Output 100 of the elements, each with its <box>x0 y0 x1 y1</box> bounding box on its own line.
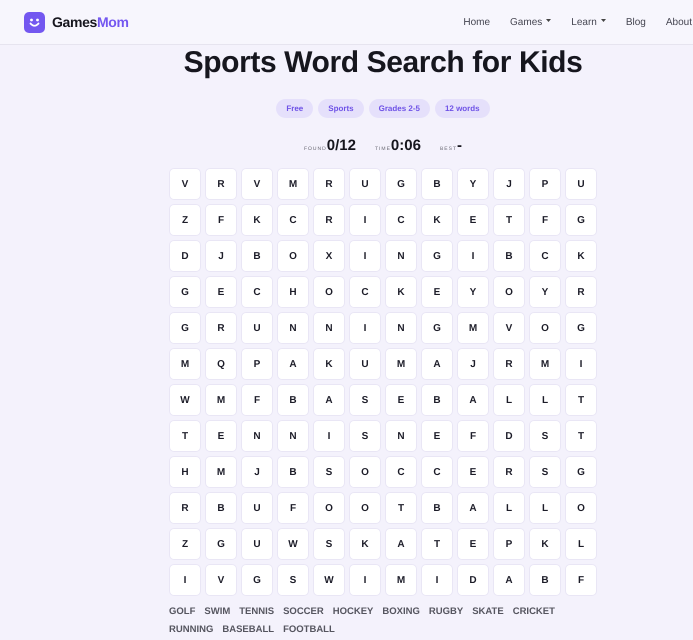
letter-tile[interactable]: G <box>565 456 597 488</box>
letter-tile[interactable]: U <box>349 348 381 380</box>
letter-tile[interactable]: M <box>457 312 489 344</box>
letter-tile[interactable]: B <box>277 384 309 416</box>
letter-tile[interactable]: S <box>277 564 309 596</box>
letter-tile[interactable]: A <box>493 564 525 596</box>
letter-tile[interactable]: H <box>169 456 201 488</box>
letter-tile[interactable]: K <box>565 240 597 272</box>
letter-tile[interactable]: B <box>277 456 309 488</box>
letter-tile[interactable]: J <box>205 240 237 272</box>
letter-tile[interactable]: G <box>169 276 201 308</box>
letter-tile[interactable]: S <box>349 384 381 416</box>
letter-tile[interactable]: F <box>457 420 489 452</box>
letter-tile[interactable]: B <box>529 564 561 596</box>
letter-tile[interactable]: N <box>385 420 417 452</box>
letter-tile[interactable]: R <box>493 348 525 380</box>
letter-tile[interactable]: N <box>385 312 417 344</box>
letter-tile[interactable]: R <box>313 204 345 236</box>
brand-name[interactable]: GamesMom <box>52 12 129 32</box>
letter-tile[interactable]: U <box>565 168 597 200</box>
letter-tile[interactable]: J <box>457 348 489 380</box>
letter-tile[interactable]: V <box>205 564 237 596</box>
letter-tile[interactable]: O <box>277 240 309 272</box>
letter-tile[interactable]: B <box>241 240 273 272</box>
letter-tile[interactable]: A <box>277 348 309 380</box>
letter-tile[interactable]: I <box>313 420 345 452</box>
letter-tile[interactable]: A <box>457 492 489 524</box>
nav-link[interactable]: Blog <box>626 14 646 30</box>
letter-tile[interactable]: T <box>421 528 453 560</box>
letter-tile[interactable]: B <box>421 492 453 524</box>
letter-tile[interactable]: D <box>493 420 525 452</box>
letter-tile[interactable]: L <box>529 384 561 416</box>
letter-tile[interactable]: G <box>421 240 453 272</box>
letter-tile[interactable]: F <box>565 564 597 596</box>
letter-tile[interactable]: E <box>457 456 489 488</box>
letter-tile[interactable]: A <box>421 348 453 380</box>
letter-tile[interactable]: L <box>493 492 525 524</box>
letter-tile[interactable]: M <box>529 348 561 380</box>
letter-tile[interactable]: T <box>565 420 597 452</box>
nav-link[interactable]: About <box>666 14 692 30</box>
nav-link[interactable]: Learn <box>571 14 606 30</box>
letter-tile[interactable]: M <box>169 348 201 380</box>
letter-tile[interactable]: I <box>349 204 381 236</box>
letter-tile[interactable]: H <box>277 276 309 308</box>
letter-tile[interactable]: Y <box>457 276 489 308</box>
letter-tile[interactable]: D <box>169 240 201 272</box>
letter-tile[interactable]: O <box>313 492 345 524</box>
letter-tile[interactable]: T <box>169 420 201 452</box>
letter-tile[interactable]: R <box>205 168 237 200</box>
letter-tile[interactable]: S <box>349 420 381 452</box>
letter-tile[interactable]: W <box>313 564 345 596</box>
letter-tile[interactable]: B <box>421 168 453 200</box>
letter-tile[interactable]: G <box>205 528 237 560</box>
letter-tile[interactable]: B <box>205 492 237 524</box>
letter-tile[interactable]: V <box>169 168 201 200</box>
letter-tile[interactable]: O <box>493 276 525 308</box>
letter-tile[interactable]: N <box>277 312 309 344</box>
letter-tile[interactable]: A <box>313 384 345 416</box>
letter-tile[interactable]: C <box>349 276 381 308</box>
letter-tile[interactable]: C <box>277 204 309 236</box>
letter-tile[interactable]: R <box>565 276 597 308</box>
letter-tile[interactable]: C <box>529 240 561 272</box>
letter-tile[interactable]: S <box>529 456 561 488</box>
letter-tile[interactable]: B <box>421 384 453 416</box>
letter-tile[interactable]: K <box>313 348 345 380</box>
letter-tile[interactable]: O <box>313 276 345 308</box>
letter-tile[interactable]: M <box>205 456 237 488</box>
letter-tile[interactable]: S <box>313 528 345 560</box>
letter-tile[interactable]: K <box>421 204 453 236</box>
letter-tile[interactable]: K <box>349 528 381 560</box>
letter-tile[interactable]: U <box>241 492 273 524</box>
letter-tile[interactable]: M <box>205 384 237 416</box>
letter-tile[interactable]: N <box>313 312 345 344</box>
letter-tile[interactable]: N <box>277 420 309 452</box>
letter-tile[interactable]: N <box>241 420 273 452</box>
letter-tile[interactable]: S <box>313 456 345 488</box>
letter-tile[interactable]: K <box>529 528 561 560</box>
letter-tile[interactable]: T <box>565 384 597 416</box>
letter-tile[interactable]: W <box>169 384 201 416</box>
letter-tile[interactable]: Z <box>169 204 201 236</box>
letter-tile[interactable]: G <box>565 312 597 344</box>
letter-tile[interactable]: L <box>529 492 561 524</box>
letter-tile[interactable]: K <box>385 276 417 308</box>
letter-tile[interactable]: G <box>169 312 201 344</box>
letter-tile[interactable]: P <box>493 528 525 560</box>
letter-tile[interactable]: C <box>385 456 417 488</box>
nav-link[interactable]: Home <box>463 14 490 30</box>
logo-icon[interactable] <box>24 12 45 32</box>
letter-tile[interactable]: I <box>421 564 453 596</box>
letter-tile[interactable]: R <box>493 456 525 488</box>
letter-tile[interactable]: C <box>421 456 453 488</box>
letter-tile[interactable]: C <box>385 204 417 236</box>
letter-tile[interactable]: I <box>457 240 489 272</box>
letter-tile[interactable]: J <box>493 168 525 200</box>
letter-tile[interactable]: U <box>349 168 381 200</box>
letter-tile[interactable]: E <box>421 420 453 452</box>
letter-tile[interactable]: P <box>529 168 561 200</box>
letter-tile[interactable]: Y <box>457 168 489 200</box>
letter-tile[interactable]: M <box>385 564 417 596</box>
letter-tile[interactable]: E <box>457 204 489 236</box>
